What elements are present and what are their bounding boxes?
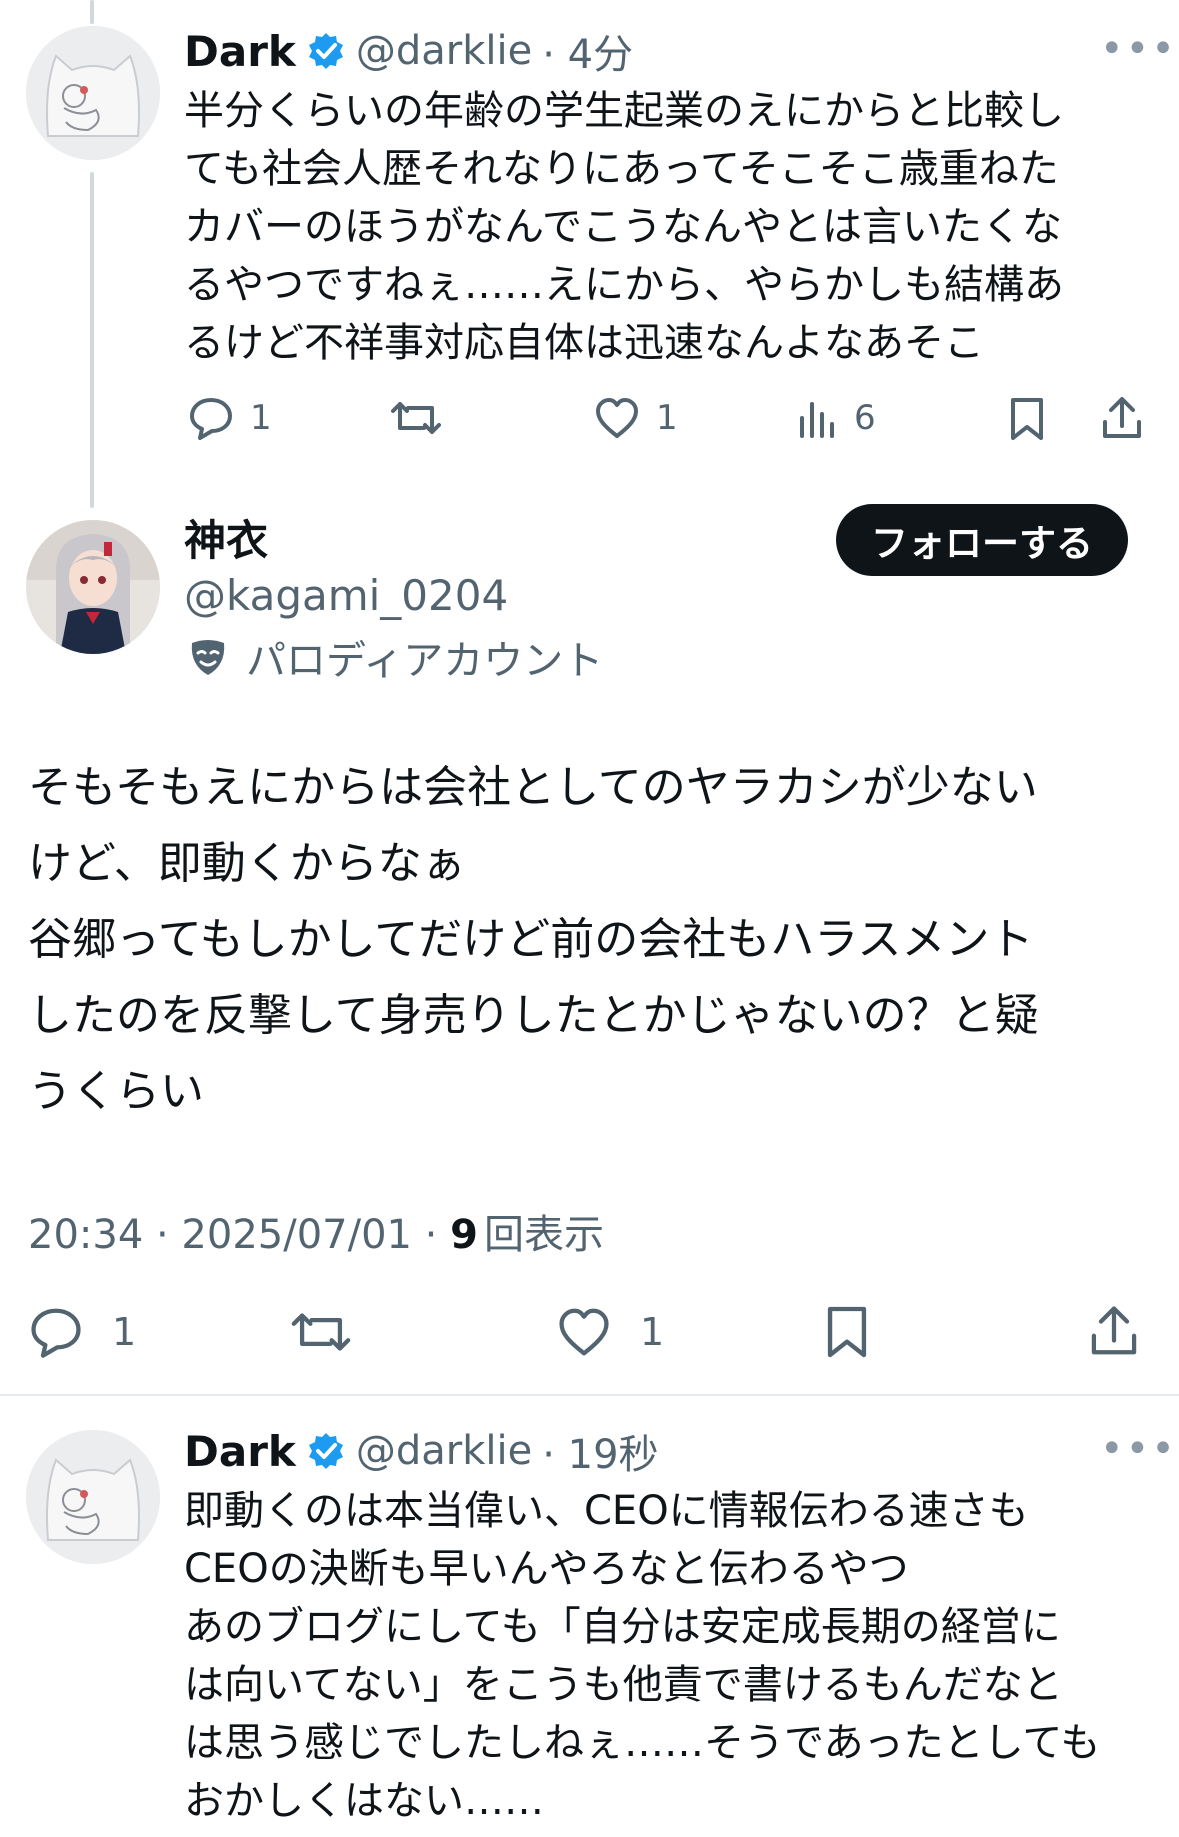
- view-count-number: 9: [450, 1212, 478, 1258]
- bookmark-button[interactable]: [824, 1304, 870, 1364]
- reply-icon: [31, 1308, 81, 1358]
- parody-mask-icon: [191, 640, 225, 675]
- bookmark-icon: [1011, 398, 1043, 440]
- post-time[interactable]: · 19秒: [542, 1422, 658, 1480]
- reply-icon: [190, 398, 232, 440]
- avatar-dark[interactable]: [26, 26, 160, 160]
- like-button[interactable]: 1: [556, 1306, 664, 1358]
- more-options-icon[interactable]: •••: [1100, 1426, 1177, 1472]
- author-name[interactable]: 神衣: [184, 512, 268, 570]
- author-name[interactable]: Dark: [184, 27, 296, 76]
- share-icon: [1103, 397, 1141, 438]
- follow-button[interactable]: フォローする: [836, 504, 1128, 576]
- reply-button[interactable]: 1: [188, 396, 272, 440]
- tweet-timestamp: 20:34 · 2025/07/01 · 9 回表示: [28, 1202, 604, 1260]
- retweet-icon: [291, 1313, 351, 1351]
- main-tweet-text: そもそもえにからは会社としてのヤラカシが少ない けど、即動くからなぁ 谷郷っても…: [28, 762, 1039, 1117]
- parody-text: パロディアカウント: [246, 638, 604, 684]
- divider: [0, 1394, 1179, 1396]
- author-handle[interactable]: @kagami_0204: [184, 568, 508, 624]
- reply-count: 1: [250, 398, 272, 438]
- tweet1-text: 半分くらいの年齢の学生起業のえにからと比較し ても社会人歴それなりにあってそこそ…: [184, 88, 1064, 366]
- view-count-label: 回表示: [483, 1212, 604, 1258]
- verified-badge-icon: [308, 33, 343, 69]
- avatar-kagami[interactable]: [26, 520, 160, 654]
- retweet-button[interactable]: [290, 1306, 352, 1358]
- tweet3-header: Dark @darklie · 19秒: [184, 1422, 659, 1480]
- retweet-icon: [391, 402, 441, 434]
- like-count: 1: [640, 1310, 665, 1354]
- reply-button[interactable]: 1: [28, 1306, 136, 1358]
- post-time[interactable]: · 4分: [542, 22, 633, 80]
- share-icon: [1091, 1306, 1137, 1355]
- more-options-icon[interactable]: •••: [1100, 26, 1177, 72]
- reply-count: 1: [112, 1310, 137, 1354]
- bookmark-button[interactable]: [1008, 396, 1046, 446]
- share-button[interactable]: [1100, 394, 1144, 446]
- avatar-dark[interactable]: [26, 1430, 160, 1564]
- view-count: 6: [854, 398, 876, 438]
- tweet1-header: Dark @darklie · 4分: [184, 22, 633, 80]
- tweet1-actions: 1 1 6: [184, 390, 1144, 446]
- thread-line-top: [90, 0, 94, 24]
- timestamp-text[interactable]: 20:34 · 2025/07/01 ·: [28, 1212, 450, 1258]
- parody-label: パロディアカウント: [188, 628, 603, 686]
- main-tweet-actions: 1 1: [28, 1300, 1158, 1364]
- thread-line: [90, 172, 94, 508]
- heart-icon: [559, 1308, 609, 1356]
- views-icon: [800, 402, 834, 438]
- author-name[interactable]: Dark: [184, 1427, 296, 1476]
- retweet-button[interactable]: [390, 396, 442, 440]
- views-button[interactable]: 6: [798, 396, 876, 440]
- tweet3-text: 即動くのは本当偉い、CEOに情報伝わる速さも CEOの決断も早いんやろなと伝わる…: [184, 1488, 1101, 1824]
- author-handle[interactable]: @darklie: [356, 1428, 532, 1474]
- like-button[interactable]: 1: [594, 396, 678, 440]
- share-button[interactable]: [1088, 1302, 1140, 1364]
- bookmark-icon: [827, 1306, 867, 1358]
- like-count: 1: [656, 398, 678, 438]
- verified-badge-icon: [308, 1433, 343, 1469]
- heart-icon: [596, 398, 638, 438]
- author-handle[interactable]: @darklie: [356, 28, 532, 74]
